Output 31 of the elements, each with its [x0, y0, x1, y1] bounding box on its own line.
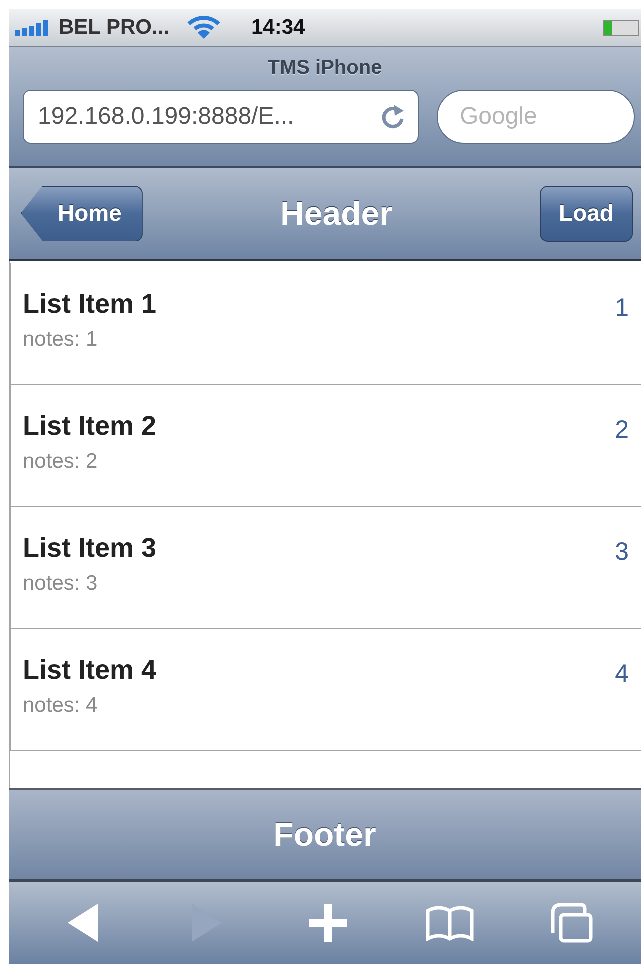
list-item[interactable]: List Item 2 notes: 2 2: [10, 385, 641, 507]
wifi-icon: [187, 16, 222, 40]
address-field[interactable]: 192.168.0.199:8888/E...: [23, 90, 419, 144]
list-item[interactable]: List Item 3 notes: 3 3: [10, 507, 641, 629]
load-button[interactable]: Load: [540, 186, 633, 242]
item-title: List Item 1: [23, 289, 158, 320]
item-count: 2: [615, 416, 629, 445]
list-item[interactable]: List Item 1 notes: 1 1: [10, 263, 641, 385]
header-title: Header: [280, 194, 394, 232]
clock-time: 14:34: [251, 16, 306, 40]
item-title: List Item 3: [23, 533, 158, 564]
pages-icon[interactable]: [551, 903, 593, 943]
footer-title: Footer: [274, 816, 376, 854]
item-title: List Item 2: [23, 411, 158, 442]
search-field[interactable]: Google: [437, 90, 635, 144]
back-icon[interactable]: [68, 904, 100, 942]
item-notes: notes: 1: [23, 328, 99, 352]
item-notes: notes: 2: [23, 450, 99, 474]
item-count: 3: [615, 538, 629, 567]
item-notes: notes: 4: [23, 694, 99, 718]
carrier-name: BEL PRO...: [59, 16, 170, 40]
list-item[interactable]: List Item 4 notes: 4 4: [10, 629, 641, 751]
item-notes: notes: 3: [23, 572, 99, 596]
reload-icon[interactable]: [380, 103, 406, 131]
add-icon[interactable]: [309, 904, 347, 942]
item-title: List Item 4: [23, 655, 158, 686]
item-count: 4: [615, 660, 629, 689]
item-count: 1: [615, 294, 629, 323]
page-title: TMS iPhone: [268, 57, 382, 80]
book-icon[interactable]: [425, 905, 475, 941]
home-button[interactable]: Home: [21, 186, 143, 242]
